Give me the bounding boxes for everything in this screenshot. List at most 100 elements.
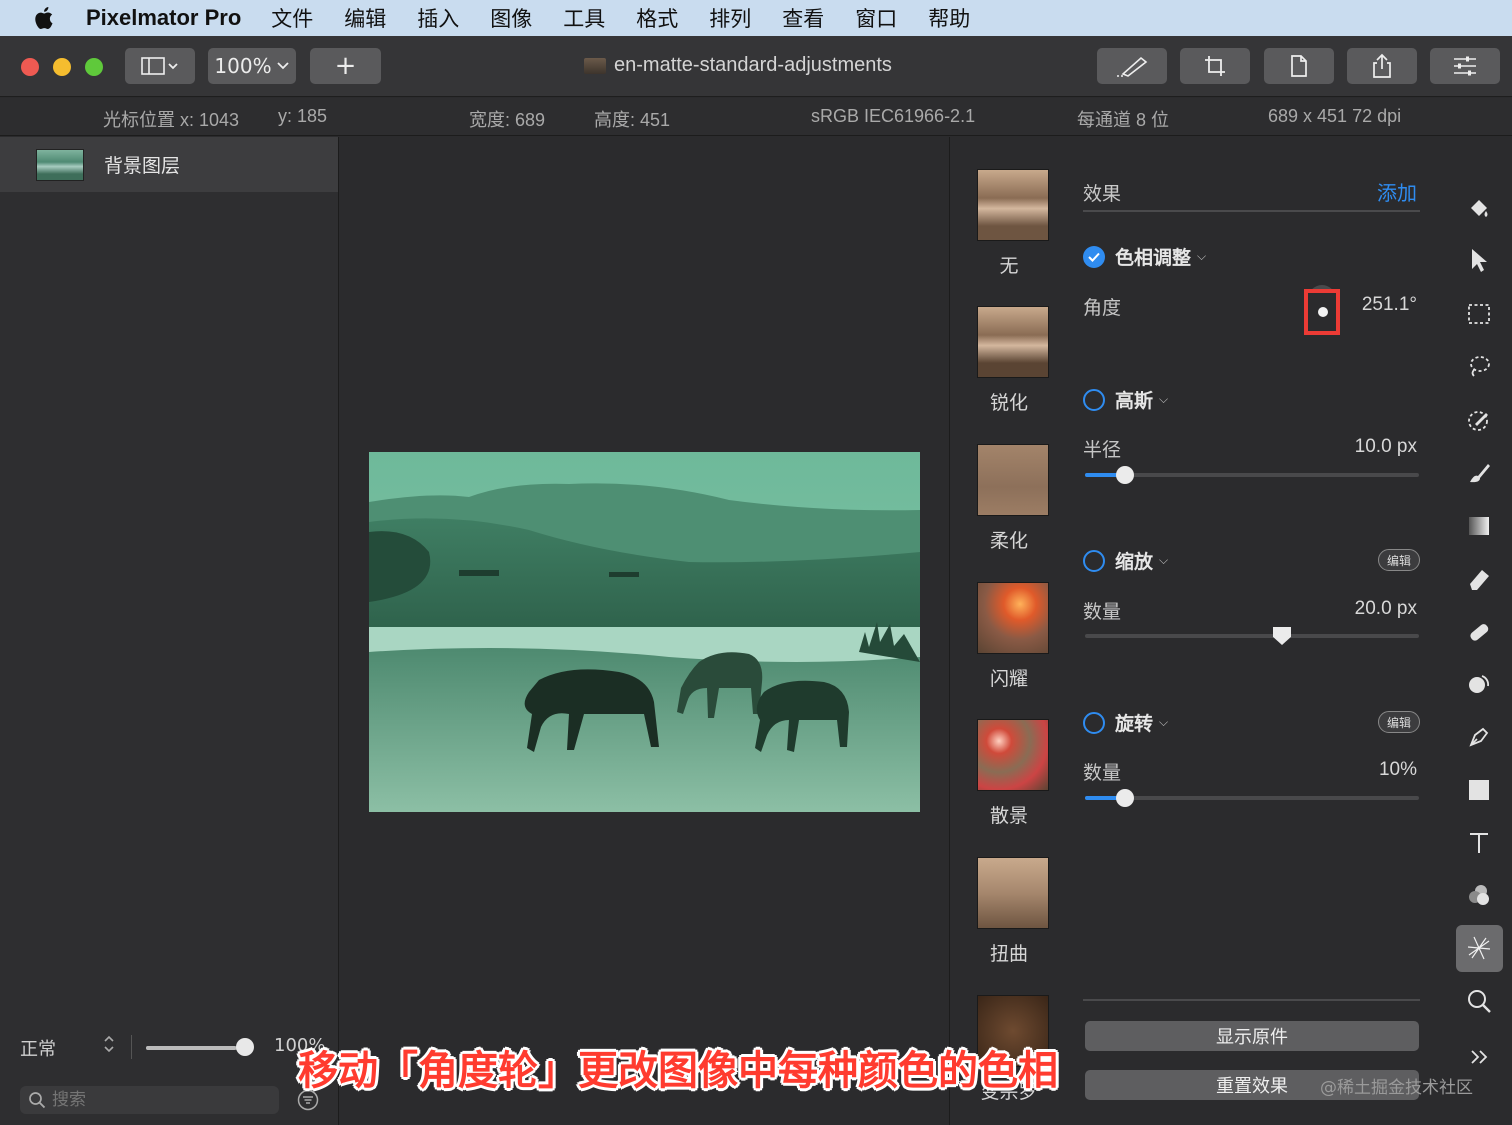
twirl-amount-slider-knob[interactable] <box>1116 789 1134 807</box>
share-button[interactable] <box>1347 48 1417 84</box>
menu-window[interactable]: 窗口 <box>855 3 897 33</box>
document-icon <box>584 57 606 74</box>
arrow-pointer-icon[interactable] <box>1464 245 1494 275</box>
zoom-amount-value[interactable]: 20.0 px <box>1355 598 1417 620</box>
add-button[interactable]: + <box>310 48 381 84</box>
opacity-slider[interactable] <box>146 1046 246 1050</box>
chevron-down-icon[interactable]: ⌵ <box>1159 553 1168 568</box>
menu-view[interactable]: 查看 <box>782 3 824 33</box>
effect-thumb-sharpen[interactable] <box>977 306 1049 378</box>
chevron-down-icon[interactable]: ⌵ <box>1159 392 1168 407</box>
twirl-edit-button[interactable]: 编辑 <box>1378 711 1420 733</box>
effect-twirl-name: 旋转 <box>1115 713 1154 735</box>
chevron-down-icon[interactable]: ⌵ <box>1159 715 1168 730</box>
cursor-x: 光标位置 x: 1043 <box>103 110 240 130</box>
paint-bucket-icon[interactable] <box>1464 193 1494 223</box>
layer-search[interactable] <box>20 1086 279 1114</box>
brush-icon[interactable] <box>1464 458 1494 488</box>
effect-gaussian-header[interactable]: 高斯 ⌵ <box>1083 386 1168 413</box>
rect-select-icon[interactable] <box>1464 299 1494 329</box>
apple-logo-icon[interactable] <box>32 5 58 31</box>
menu-tools[interactable]: 工具 <box>563 3 605 33</box>
effect-hue-header[interactable]: 色相调整 ⌵ <box>1083 243 1206 270</box>
eraser-icon[interactable] <box>1464 564 1494 594</box>
search-icon <box>29 1092 46 1109</box>
checkbox-circle-icon[interactable] <box>1083 711 1105 734</box>
effect-thumb-glow[interactable] <box>977 582 1049 654</box>
search-input[interactable] <box>52 1090 252 1110</box>
pen-icon[interactable] <box>1464 722 1494 752</box>
menu-file[interactable]: 文件 <box>271 3 313 33</box>
layer-row[interactable]: 背景图层 <box>0 137 338 192</box>
zoom-icon[interactable] <box>1464 986 1494 1016</box>
retouch-button[interactable] <box>1097 48 1167 84</box>
radius-value[interactable]: 10.0 px <box>1355 436 1417 458</box>
rotate-icon[interactable] <box>1464 669 1494 699</box>
radius-slider-knob[interactable] <box>1116 466 1134 484</box>
reset-effects-label: 重置效果 <box>1216 1076 1288 1097</box>
header-divider <box>1083 210 1420 212</box>
menu-insert[interactable]: 插入 <box>417 3 459 33</box>
gradient-icon[interactable] <box>1464 511 1494 541</box>
effect-thumb-distort[interactable] <box>977 857 1049 929</box>
color-adjust-icon[interactable] <box>1464 880 1494 910</box>
zoom-amount-slider[interactable] <box>1085 627 1419 645</box>
menu-app-name[interactable]: Pixelmator Pro <box>86 5 241 31</box>
crop-button[interactable] <box>1180 48 1250 84</box>
menu-image[interactable]: 图像 <box>490 3 532 33</box>
effect-zoom-header[interactable]: 缩放 ⌵ <box>1083 547 1168 574</box>
checkbox-circle-icon[interactable] <box>1083 388 1105 411</box>
chevron-down-icon[interactable]: ⌵ <box>1197 249 1206 264</box>
menu-arrange[interactable]: 排列 <box>709 3 751 33</box>
shape-icon[interactable] <box>1464 775 1494 805</box>
up-down-chevron-icon[interactable] <box>102 1033 116 1055</box>
effect-twirl-header[interactable]: 旋转 ⌵ <box>1083 709 1168 736</box>
opacity-slider-knob[interactable] <box>236 1038 254 1056</box>
effect-thumb-soften[interactable] <box>977 444 1049 516</box>
twirl-amount-value[interactable]: 10% <box>1379 759 1417 781</box>
canvas-image[interactable] <box>369 452 920 812</box>
minimize-window-button[interactable] <box>53 58 71 76</box>
show-original-button[interactable]: 显示原件 <box>1085 1021 1419 1051</box>
menu-format[interactable]: 格式 <box>636 3 678 33</box>
color-picker-icon[interactable] <box>1464 405 1494 435</box>
menu-edit[interactable]: 编辑 <box>344 3 386 33</box>
show-original-label: 显示原件 <box>1216 1027 1288 1048</box>
effects-settings-panel: 效果 添加 色相调整 ⌵ 角度 251.1° 高斯 ⌵ 半径 10.0 px 缩… <box>1067 137 1437 1125</box>
effect-label-glow: 闪耀 <box>989 668 1028 690</box>
checkmark-circle-icon[interactable] <box>1083 245 1105 268</box>
add-effect-button[interactable]: 添加 <box>1377 177 1417 206</box>
hue-angle-value[interactable]: 251.1° <box>1362 294 1417 316</box>
adjust-button[interactable] <box>1430 48 1500 84</box>
radius-slider[interactable] <box>1085 466 1419 484</box>
close-window-button[interactable] <box>21 58 39 76</box>
image-dimensions: 689 x 451 72 dpi <box>1268 106 1402 126</box>
document-title: en-matte-standard-adjustments <box>584 54 892 77</box>
brush-stroke-icon <box>1117 56 1148 77</box>
effects-icon[interactable] <box>1464 933 1494 963</box>
bandage-icon[interactable] <box>1464 617 1494 647</box>
menu-help[interactable]: 帮助 <box>928 3 970 33</box>
document-name: en-matte-standard-adjustments <box>614 54 892 76</box>
angle-wheel-handle[interactable] <box>1318 307 1328 317</box>
effect-thumb-bokeh[interactable] <box>977 719 1049 791</box>
lasso-icon[interactable] <box>1464 351 1494 381</box>
zoom-window-button[interactable] <box>85 58 103 76</box>
type-icon[interactable] <box>1464 828 1494 858</box>
zoom-edit-button[interactable]: 编辑 <box>1378 549 1420 571</box>
sidebar-toggle-button[interactable] <box>125 48 195 84</box>
more-icon[interactable] <box>1464 1042 1494 1072</box>
export-button[interactable] <box>1264 48 1334 84</box>
checkbox-circle-icon[interactable] <box>1083 549 1105 572</box>
tutorial-caption: 移动「角度轮」更改图像中每种颜色的色相 <box>298 1048 1058 1094</box>
info-bar: 光标位置 x: 1043 y: 185 宽度: 689 高度: 451 sRGB… <box>0 98 1512 136</box>
zoom-amount-slider-knob[interactable] <box>1273 627 1291 645</box>
zoom-dropdown[interactable]: 100% <box>208 48 296 84</box>
effect-thumb-none[interactable] <box>977 169 1049 241</box>
watermark: @稀土掘金技术社区 <box>1320 1078 1473 1098</box>
canvas-area[interactable] <box>339 137 949 1125</box>
twirl-amount-slider[interactable] <box>1085 789 1419 807</box>
cursor-y: y: 185 <box>278 106 328 126</box>
effect-zoom-name: 缩放 <box>1115 551 1154 573</box>
blend-mode-select[interactable]: 正常 <box>20 1035 56 1061</box>
